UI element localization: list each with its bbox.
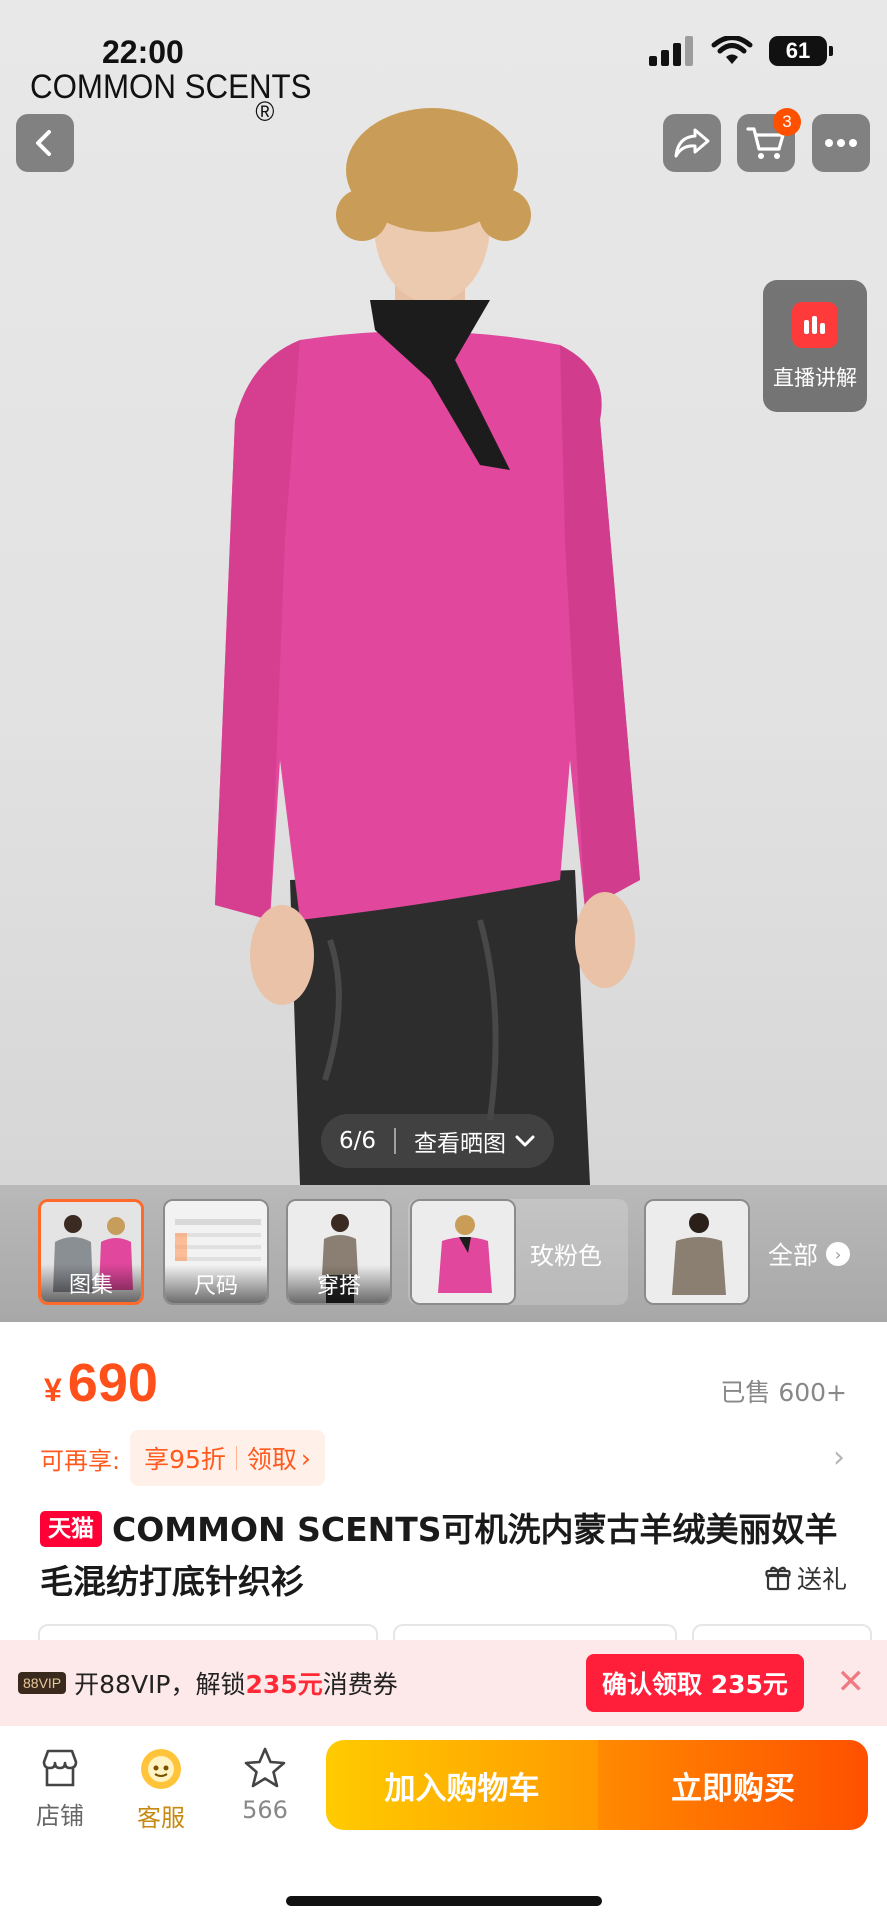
thumb-image [646, 1201, 748, 1303]
share-button[interactable] [663, 114, 721, 172]
thumb-color-rose-pink[interactable] [410, 1199, 516, 1305]
add-to-cart-button[interactable]: 加入购物车 [326, 1740, 598, 1830]
coupon-claim: 领取 [246, 1445, 297, 1474]
tmall-badge: 天猫 [40, 1511, 102, 1547]
wifi-icon [711, 36, 753, 64]
live-explain-button[interactable]: 直播讲解 [763, 280, 867, 412]
product-title-block: 天猫 COMMON SCENTS可机洗内蒙古羊绒美丽奴羊毛混纺打底针织衫 [40, 1504, 840, 1608]
back-button[interactable] [16, 114, 74, 172]
vip-text-after: 消费券 [322, 1670, 398, 1699]
thumb-caption: 穿搭 [288, 1265, 390, 1303]
vip-text-before: 开88VIP，解锁 [74, 1670, 246, 1699]
coupon-tag[interactable]: 享95折 领取 › [130, 1430, 325, 1486]
thumb-caption: 尺码 [165, 1265, 267, 1303]
status-icons: 61 [649, 36, 833, 66]
registered-mark: ® [255, 96, 275, 127]
product-price: ¥ 690 [44, 1352, 158, 1414]
cart-count-badge: 3 [773, 108, 801, 136]
coupon-discount: 享95折 [144, 1445, 226, 1474]
gift-label: 送礼 [796, 1565, 847, 1594]
star-icon [244, 1747, 286, 1788]
product-photo [215, 108, 640, 1185]
store-label: 店铺 [36, 1802, 84, 1830]
product-image-gallery[interactable]: 22:00 61 COMMON SCENTS ® 3 直播讲解 6/6 查看晒图 [0, 0, 887, 1185]
view-reviews-photos-label: 查看晒图 [414, 1131, 507, 1157]
bottom-action-bar: 店铺 客服 566 加入购物车 立即购买 [0, 1726, 887, 1920]
currency-symbol: ¥ [44, 1372, 62, 1408]
status-time: 22:00 [102, 34, 184, 70]
customer-service-label: 客服 [137, 1804, 185, 1832]
home-indicator [286, 1896, 602, 1906]
more-button[interactable] [812, 114, 870, 172]
divider [394, 1128, 397, 1154]
thumb-color-khaki[interactable] [644, 1199, 750, 1305]
gallery-counter-pill[interactable]: 6/6 查看晒图 [321, 1114, 555, 1168]
thumb-outfit[interactable]: 穿搭 [286, 1199, 392, 1305]
chevron-right-icon: › [300, 1443, 311, 1473]
gift-icon [765, 1566, 791, 1591]
chevron-down-icon [515, 1135, 535, 1147]
customer-service-button[interactable]: 客服 [121, 1746, 201, 1833]
cart-button[interactable]: 3 [737, 108, 801, 172]
chevron-left-icon [36, 130, 51, 156]
vip-badge: 88VIP [18, 1672, 67, 1694]
live-icon [792, 302, 838, 348]
vip-banner: 88VIP 开88VIP，解锁235元消费券 确认领取 235元 ✕ [0, 1640, 887, 1726]
view-all-label: 全部 [768, 1241, 819, 1270]
thumb-size[interactable]: 尺码 [163, 1199, 269, 1305]
coupon-row[interactable]: 可再享: 享95折 领取 › [40, 1430, 325, 1486]
buy-now-button[interactable]: 立即购买 [598, 1740, 868, 1830]
battery-indicator: 61 [769, 36, 833, 66]
view-all-button[interactable]: 全部 › [768, 1236, 851, 1272]
selected-color-label: 玫粉色 [530, 1242, 602, 1270]
signal-icon [649, 36, 693, 66]
more-icon [825, 139, 857, 147]
close-icon[interactable]: ✕ [837, 1662, 866, 1702]
favorite-count: 566 [242, 1796, 288, 1824]
gift-button[interactable]: 送礼 [765, 1560, 847, 1596]
share-icon [674, 128, 710, 158]
chevron-right-icon[interactable]: › [833, 1440, 845, 1475]
chevron-right-icon: › [826, 1242, 851, 1266]
sold-count: 已售 600+ [720, 1378, 847, 1407]
thumb-gallery[interactable]: 图集 [38, 1199, 144, 1305]
vip-amount: 235元 [245, 1670, 323, 1699]
vip-text: 开88VIP，解锁235元消费券 [74, 1665, 398, 1701]
coupon-lead: 可再享: [40, 1446, 121, 1475]
image-counter: 6/6 [339, 1128, 377, 1154]
thumb-caption: 图集 [41, 1264, 141, 1302]
brand-logo: COMMON SCENTS ® [30, 68, 312, 127]
customer-service-icon [141, 1749, 181, 1789]
live-label: 直播讲解 [773, 366, 857, 390]
store-button[interactable]: 店铺 [20, 1746, 100, 1831]
favorite-button[interactable]: 566 [225, 1746, 305, 1824]
product-title: COMMON SCENTS可机洗内蒙古羊绒美丽奴羊毛混纺打底针织衫 [40, 1510, 838, 1601]
divider [235, 1446, 237, 1470]
vip-confirm-button[interactable]: 确认领取 235元 [586, 1654, 804, 1712]
price-amount: 690 [67, 1353, 158, 1413]
thumb-image [412, 1201, 514, 1303]
thumbnail-strip: 图集 尺码 穿搭 [0, 1185, 887, 1322]
store-icon [42, 1749, 78, 1787]
